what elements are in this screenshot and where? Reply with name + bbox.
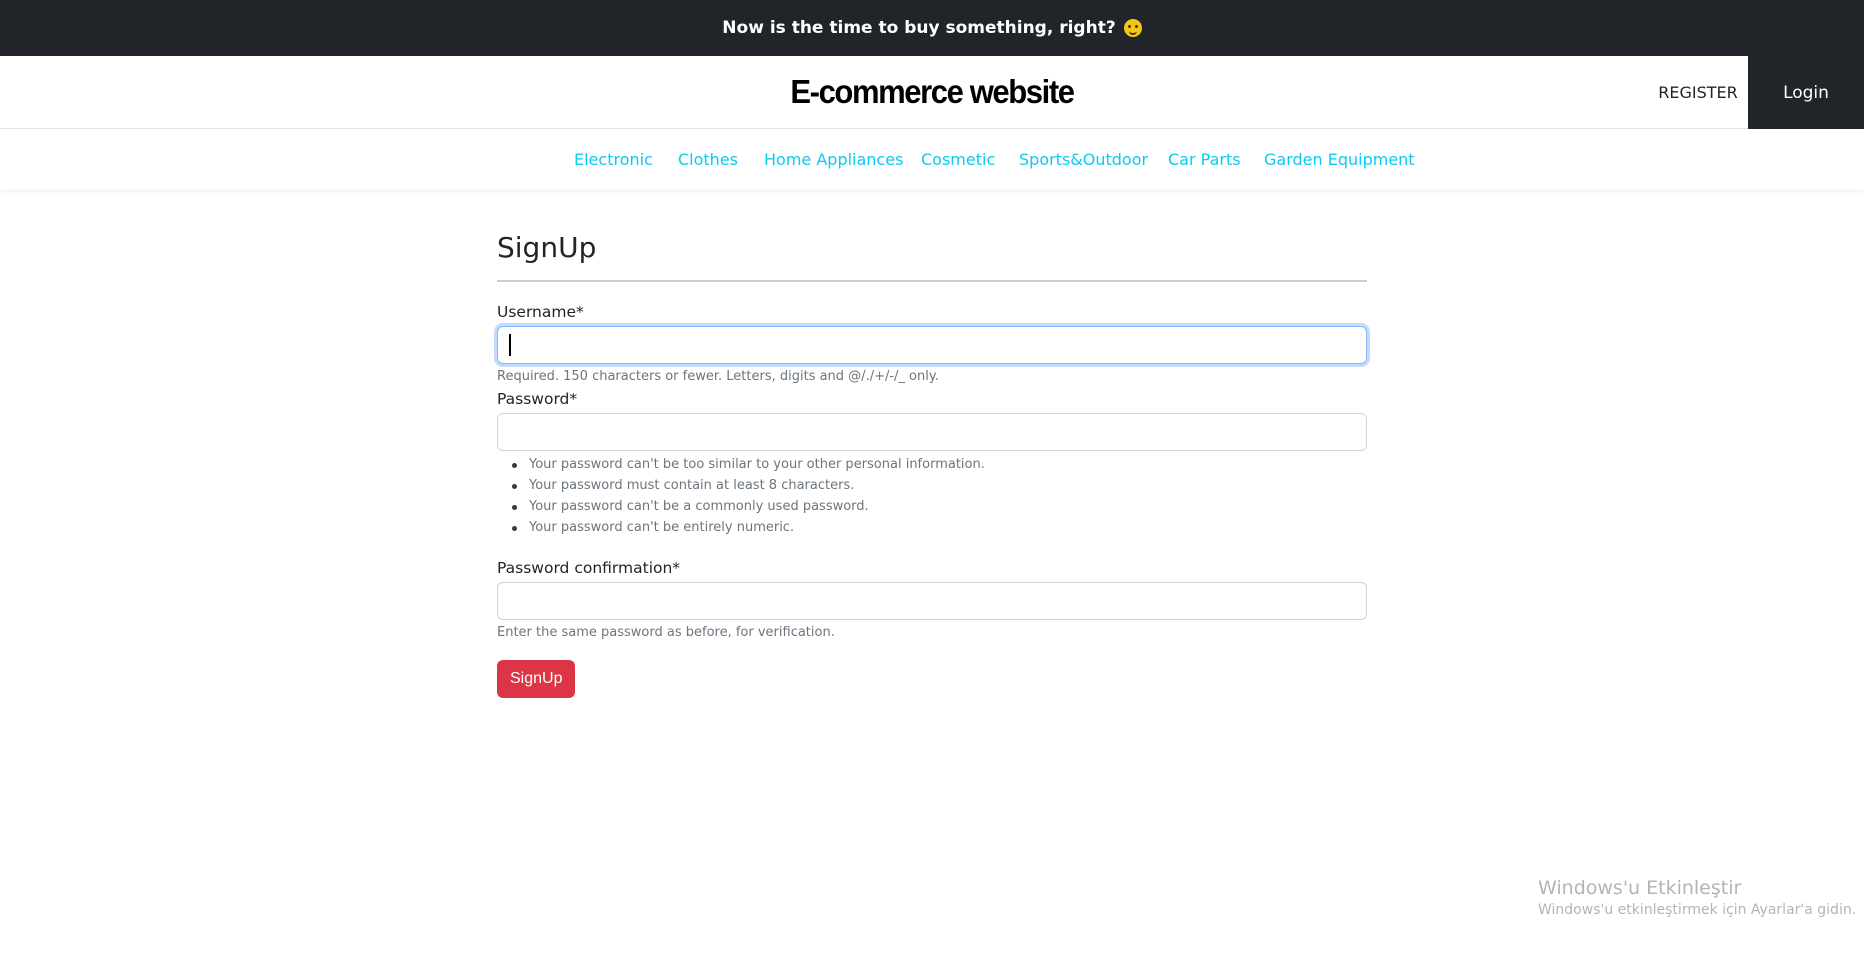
username-help-text: Required. 150 characters or fewer. Lette… [497, 369, 939, 384]
watermark-title: Windows'u Etkinleştir [1538, 877, 1742, 899]
list-item: Your password can't be too similar to yo… [497, 454, 1367, 475]
promo-banner: Now is the time to buy something, right? [0, 0, 1864, 56]
category-link-clothes[interactable]: Clothes [678, 150, 738, 169]
smirking-face-icon [1123, 19, 1142, 37]
list-item: Your password can't be entirely numeric. [497, 517, 1367, 538]
category-nav: Electronic Clothes Home Appliances Cosme… [0, 130, 1864, 190]
title-divider [497, 280, 1367, 282]
promo-text: Now is the time to buy something, right? [722, 18, 1116, 38]
category-link-home-appliances[interactable]: Home Appliances [764, 150, 903, 169]
category-link-cosmetic[interactable]: Cosmetic [921, 150, 995, 169]
site-header: E-commerce website REGISTER Login [0, 56, 1864, 129]
signup-form: SignUp Username* Required. 150 character… [497, 228, 1367, 698]
password-rules-list: Your password can't be too similar to yo… [497, 454, 1367, 538]
windows-activation-watermark: Windows'u Etkinleştir Windows'u etkinleş… [1538, 876, 1856, 920]
password-label: Password* [497, 390, 578, 408]
page-title: SignUp [497, 231, 597, 264]
category-link-car-parts[interactable]: Car Parts [1168, 150, 1241, 169]
category-link-electronic[interactable]: Electronic [574, 150, 653, 169]
password-confirmation-label: Password confirmation* [497, 559, 681, 577]
text-cursor [509, 334, 511, 356]
site-title[interactable]: E-commerce website [56, 73, 1808, 111]
list-item: Your password can't be a commonly used p… [497, 496, 1367, 517]
category-link-garden-equipment[interactable]: Garden Equipment [1264, 150, 1415, 169]
password-input[interactable] [497, 413, 1367, 451]
category-link-sports-outdoor[interactable]: Sports&Outdoor [1019, 150, 1148, 169]
username-input[interactable] [497, 326, 1367, 364]
list-item: Your password must contain at least 8 ch… [497, 475, 1367, 496]
signup-button[interactable]: SignUp [497, 660, 576, 698]
watermark-subtitle: Windows'u etkinleştirmek için Ayarlar'a … [1538, 902, 1857, 918]
username-label: Username* [497, 303, 584, 321]
register-link[interactable]: REGISTER [1648, 56, 1748, 129]
password-confirmation-help-text: Enter the same password as before, for v… [497, 625, 835, 640]
login-button[interactable]: Login [1748, 56, 1864, 129]
password-confirmation-input[interactable] [497, 582, 1367, 620]
